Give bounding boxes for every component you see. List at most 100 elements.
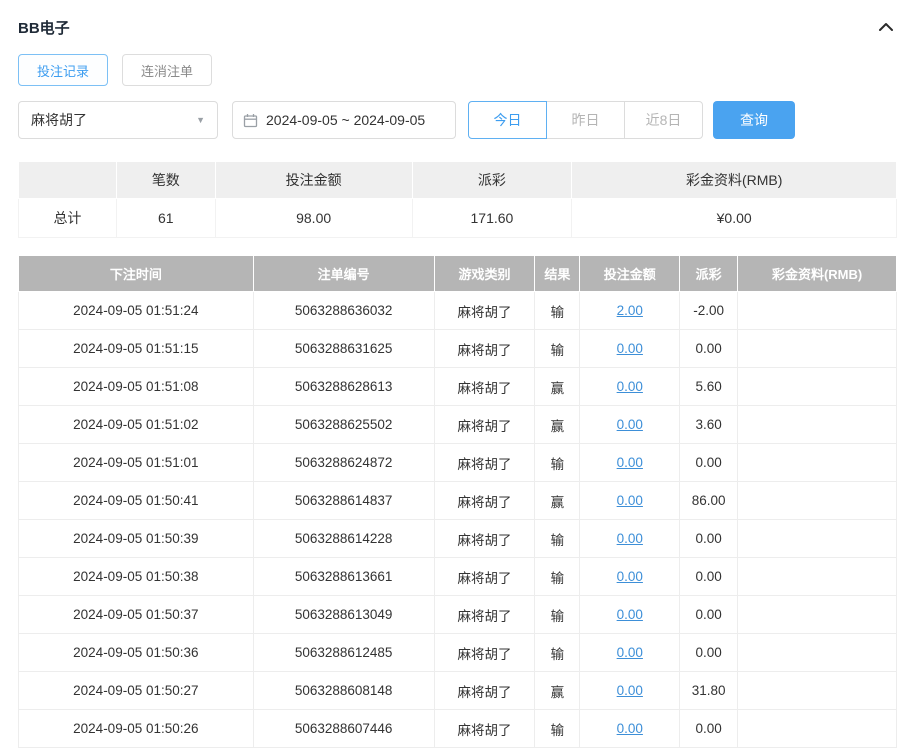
- bet-amount-link[interactable]: 0.00: [617, 607, 643, 622]
- yesterday-button[interactable]: 昨日: [546, 101, 625, 139]
- bet-amount-link[interactable]: 0.00: [617, 569, 643, 584]
- cell-result: 赢: [534, 481, 581, 520]
- cell-bet-amount: 0.00: [579, 481, 681, 520]
- tab-betting-records[interactable]: 投注记录: [18, 54, 109, 86]
- cell-payout: 0.00: [679, 329, 739, 368]
- cell-result: 赢: [534, 405, 581, 444]
- cell-order-number: 5063288628613: [252, 367, 435, 406]
- records-header-row: 下注时间 注单编号 游戏类别 结果 投注金额 派彩 彩金资料(RMB): [18, 255, 897, 292]
- cell-payout: 31.80: [679, 671, 739, 710]
- cell-game-type: 麻将胡了: [433, 481, 536, 520]
- records-table: 下注时间 注单编号 游戏类别 结果 投注金额 派彩 彩金资料(RMB) 2024…: [18, 255, 897, 748]
- bet-amount-link[interactable]: 0.00: [617, 379, 643, 394]
- cell-bet-amount: 0.00: [579, 709, 681, 748]
- cell-bonus: [737, 405, 897, 444]
- cell-order-number: 5063288631625: [252, 329, 435, 368]
- cell-bonus: [737, 557, 897, 596]
- game-type-select[interactable]: 麻将胡了 ▼: [18, 101, 218, 139]
- bet-amount-link[interactable]: 0.00: [617, 683, 643, 698]
- cell-bet-time: 2024-09-05 01:51:02: [18, 405, 254, 444]
- today-button[interactable]: 今日: [468, 101, 547, 139]
- cell-result: 输: [534, 633, 581, 672]
- bet-amount-link[interactable]: 0.00: [617, 493, 643, 508]
- bet-amount-link[interactable]: 0.00: [617, 721, 643, 736]
- summary-total-count: 61: [115, 198, 216, 238]
- bet-amount-link[interactable]: 2.00: [617, 303, 643, 318]
- cell-game-type: 麻将胡了: [433, 405, 536, 444]
- cell-bet-amount: 0.00: [579, 443, 681, 482]
- cell-bet-time: 2024-09-05 01:50:36: [18, 633, 254, 672]
- cell-bet-time: 2024-09-05 01:51:24: [18, 291, 254, 330]
- header-result: 结果: [534, 255, 581, 292]
- cell-bonus: [737, 291, 897, 330]
- cell-game-type: 麻将胡了: [433, 709, 536, 748]
- cell-result: 输: [534, 709, 581, 748]
- summary-header-count: 笔数: [115, 161, 216, 199]
- cell-payout: 0.00: [679, 557, 739, 596]
- bet-amount-link[interactable]: 0.00: [617, 645, 643, 660]
- bet-amount-link[interactable]: 0.00: [617, 531, 643, 546]
- calendar-icon: [243, 113, 258, 128]
- collapse-chevron-up-icon[interactable]: [875, 19, 897, 35]
- cell-game-type: 麻将胡了: [433, 367, 536, 406]
- query-button[interactable]: 查询: [713, 101, 795, 139]
- bet-amount-link[interactable]: 0.00: [617, 341, 643, 356]
- date-range-picker[interactable]: 2024-09-05 ~ 2024-09-05: [232, 101, 456, 139]
- cell-bet-time: 2024-09-05 01:51:08: [18, 367, 254, 406]
- cell-bet-amount: 0.00: [579, 405, 681, 444]
- table-row: 2024-09-05 01:50:39 5063288614228 麻将胡了 输…: [18, 519, 897, 558]
- summary-total-label: 总计: [18, 198, 117, 238]
- cell-bet-time: 2024-09-05 01:50:37: [18, 595, 254, 634]
- cell-game-type: 麻将胡了: [433, 671, 536, 710]
- table-row: 2024-09-05 01:50:37 5063288613049 麻将胡了 输…: [18, 595, 897, 634]
- table-row: 2024-09-05 01:51:15 5063288631625 麻将胡了 输…: [18, 329, 897, 368]
- summary-header-bet-amount: 投注金额: [214, 161, 413, 199]
- cell-bonus: [737, 595, 897, 634]
- bet-amount-link[interactable]: 0.00: [617, 417, 643, 432]
- cell-order-number: 5063288612485: [252, 633, 435, 672]
- cell-bonus: [737, 481, 897, 520]
- cell-bet-time: 2024-09-05 01:51:01: [18, 443, 254, 482]
- summary-table: 笔数 投注金额 派彩 彩金资料(RMB) 总计 61 98.00 171.60 …: [18, 161, 897, 238]
- cell-bet-time: 2024-09-05 01:50:27: [18, 671, 254, 710]
- last-8-days-button[interactable]: 近8日: [624, 101, 703, 139]
- header-order-number: 注单编号: [252, 255, 435, 292]
- cell-game-type: 麻将胡了: [433, 519, 536, 558]
- cell-game-type: 麻将胡了: [433, 595, 536, 634]
- cell-order-number: 5063288613661: [252, 557, 435, 596]
- cell-payout: 0.00: [679, 519, 739, 558]
- cell-result: 赢: [534, 671, 581, 710]
- cell-order-number: 5063288607446: [252, 709, 435, 748]
- cell-payout: -2.00: [679, 291, 739, 330]
- cell-order-number: 5063288608148: [252, 671, 435, 710]
- cell-bet-time: 2024-09-05 01:50:39: [18, 519, 254, 558]
- cell-bet-amount: 0.00: [579, 557, 681, 596]
- cell-result: 输: [534, 443, 581, 482]
- summary-header-empty: [18, 161, 117, 199]
- filter-bar: 麻将胡了 ▼ 2024-09-05 ~ 2024-09-05 今日 昨日 近8日…: [18, 101, 897, 139]
- table-row: 2024-09-05 01:50:38 5063288613661 麻将胡了 输…: [18, 557, 897, 596]
- table-row: 2024-09-05 01:50:26 5063288607446 麻将胡了 输…: [18, 709, 897, 748]
- tab-cancelled-orders[interactable]: 连消注单: [122, 54, 213, 86]
- summary-total-bonus: ¥0.00: [571, 198, 897, 238]
- cell-payout: 0.00: [679, 443, 739, 482]
- game-type-select-value: 麻将胡了: [31, 112, 87, 128]
- table-row: 2024-09-05 01:50:27 5063288608148 麻将胡了 赢…: [18, 671, 897, 710]
- table-row: 2024-09-05 01:51:08 5063288628613 麻将胡了 赢…: [18, 367, 897, 406]
- summary-total-payout: 171.60: [411, 198, 573, 238]
- summary-total-row: 总计 61 98.00 171.60 ¥0.00: [18, 198, 897, 238]
- header-payout: 派彩: [679, 255, 739, 292]
- summary-header-row: 笔数 投注金额 派彩 彩金资料(RMB): [18, 161, 897, 199]
- cell-payout: 86.00: [679, 481, 739, 520]
- cell-result: 输: [534, 519, 581, 558]
- bet-amount-link[interactable]: 0.00: [617, 455, 643, 470]
- cell-result: 赢: [534, 367, 581, 406]
- table-row: 2024-09-05 01:50:41 5063288614837 麻将胡了 赢…: [18, 481, 897, 520]
- cell-payout: 0.00: [679, 633, 739, 672]
- cell-bonus: [737, 519, 897, 558]
- cell-bet-time: 2024-09-05 01:50:41: [18, 481, 254, 520]
- panel-header: BB电子: [18, 12, 897, 42]
- header-bonus: 彩金资料(RMB): [737, 255, 897, 292]
- cell-bet-amount: 0.00: [579, 519, 681, 558]
- cell-bet-amount: 0.00: [579, 595, 681, 634]
